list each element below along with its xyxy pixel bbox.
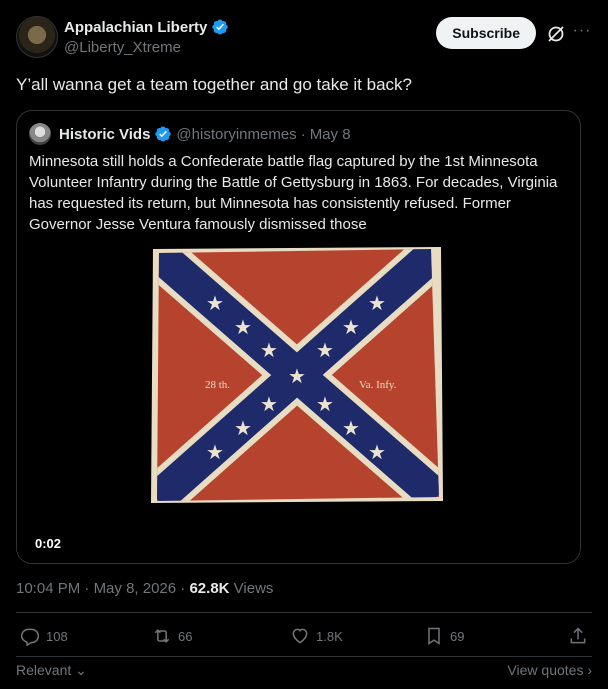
- confederate-flag-image: ★ ★ ★ ★ ★ ★ ★ ★ ★ ★ ★ ★ ★ 28 th. Va. Inf…: [151, 247, 443, 503]
- share-button[interactable]: [568, 626, 588, 646]
- sort-relevant-dropdown[interactable]: Relevant ⌄: [16, 662, 87, 679]
- action-bar: 108 66 1.8K 69: [16, 626, 592, 654]
- author-handle[interactable]: @Liberty_Xtreme: [64, 39, 229, 56]
- quoted-date[interactable]: May 8: [310, 126, 351, 143]
- replies-footer: Relevant ⌄ View quotes ›: [16, 662, 592, 682]
- quoted-tweet-header: Historic Vids @historyinmemes · May 8: [29, 123, 351, 145]
- flag-star: ★: [234, 416, 252, 440]
- verified-badge-icon: [212, 19, 229, 35]
- flag-star: ★: [316, 338, 334, 362]
- meta-separator: ·: [180, 580, 186, 597]
- flag-star: ★: [342, 315, 360, 339]
- flag-star: ★: [206, 291, 224, 315]
- author-avatar[interactable]: [16, 16, 58, 58]
- flag-star: ★: [206, 440, 224, 464]
- divider: [16, 612, 592, 613]
- author-name-block: Appalachian Liberty @Liberty_Xtreme: [64, 18, 229, 56]
- tweet-header: Appalachian Liberty @Liberty_Xtreme Subs…: [16, 14, 592, 58]
- subscribe-button[interactable]: Subscribe: [436, 17, 536, 49]
- tweet-time[interactable]: 10:04 PM: [16, 580, 80, 597]
- sort-label: Relevant: [16, 662, 72, 678]
- bookmark-icon: [428, 627, 440, 645]
- bookmark-count: 69: [450, 628, 465, 644]
- tweet-date[interactable]: May 8, 2026: [94, 580, 177, 597]
- quoted-author-handle[interactable]: @historyinmemes: [176, 126, 296, 143]
- views-count[interactable]: 62.8K: [189, 580, 229, 597]
- flag-star: ★: [342, 416, 360, 440]
- author-display-name[interactable]: Appalachian Liberty: [64, 19, 207, 36]
- views-label: Views: [233, 580, 274, 597]
- flag-star: ★: [368, 440, 386, 464]
- chevron-down-icon: ⌄: [75, 662, 87, 678]
- flag-text-left: 28 th.: [205, 379, 230, 391]
- divider: [16, 656, 592, 657]
- flag-star: ★: [260, 338, 278, 362]
- repost-button[interactable]: 66: [152, 626, 192, 646]
- meta-separator: ·: [84, 580, 90, 597]
- repost-icon: [154, 629, 170, 643]
- video-player[interactable]: ★ ★ ★ ★ ★ ★ ★ ★ ★ ★ ★ ★ ★ 28 th. Va. Inf…: [17, 239, 580, 563]
- quoted-tweet-text: Minnesota still holds a Confederate batt…: [29, 153, 558, 233]
- more-options-icon[interactable]: ···: [572, 23, 592, 44]
- view-quotes-label: View quotes: [507, 662, 584, 678]
- verified-badge-icon: [155, 126, 172, 142]
- quoted-author-name[interactable]: Historic Vids: [59, 126, 150, 143]
- author-display-name-row[interactable]: Appalachian Liberty: [64, 18, 229, 36]
- reply-icon: [20, 628, 40, 646]
- like-button[interactable]: 1.8K: [290, 626, 343, 646]
- quoted-tweet[interactable]: Historic Vids @historyinmemes · May 8 Mi…: [16, 110, 581, 564]
- flag-star: ★: [288, 364, 306, 388]
- chevron-right-icon: ›: [587, 662, 592, 678]
- view-quotes-link[interactable]: View quotes ›: [507, 662, 592, 678]
- tweet-text: Y’all wanna get a team together and go t…: [16, 75, 412, 94]
- repost-count: 66: [178, 628, 193, 644]
- bookmark-button[interactable]: 69: [424, 626, 464, 646]
- tweet-meta: 10:04 PM · May 8, 2026 · 62.8K Views: [16, 580, 273, 597]
- flag-star: ★: [234, 315, 252, 339]
- flag-star: ★: [368, 291, 386, 315]
- video-timestamp: 0:02: [29, 534, 68, 553]
- meta-separator: ·: [300, 125, 306, 143]
- like-count: 1.8K: [316, 628, 343, 644]
- grok-icon[interactable]: [546, 24, 566, 44]
- quoted-author-avatar[interactable]: [29, 123, 51, 145]
- flag-star: ★: [260, 392, 278, 416]
- reply-button[interactable]: 108: [20, 626, 68, 646]
- flag-text-right: Va. Infy.: [359, 379, 397, 391]
- flag-star: ★: [316, 392, 334, 416]
- share-icon: [570, 627, 586, 644]
- heart-icon: [292, 628, 308, 644]
- reply-count: 108: [46, 628, 68, 644]
